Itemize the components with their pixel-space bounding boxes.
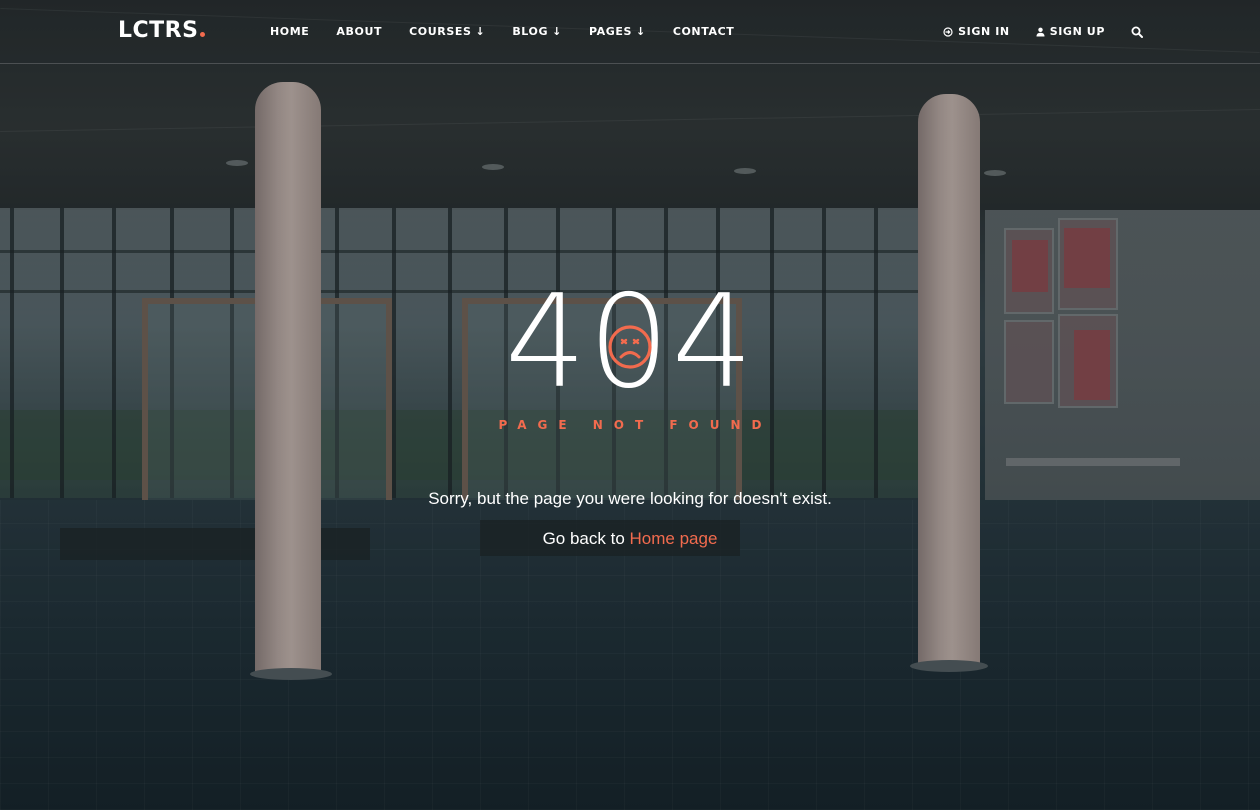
logo-dot: [200, 32, 206, 37]
search-icon: [1131, 26, 1143, 38]
auth-links: SIGN IN SIGN UP: [917, 25, 1143, 38]
main-nav: HOME ABOUT COURSES ↓ BLOG ↓ PAGES ↓ CONTACT: [270, 25, 761, 38]
home-page-link[interactable]: Home page: [630, 529, 718, 548]
nav-label: PAGES: [588, 25, 632, 38]
sign-in-label: SIGN IN: [958, 25, 1010, 38]
sad-face-icon: [608, 325, 652, 369]
nav-pages[interactable]: PAGES ↓: [589, 25, 646, 38]
search-button[interactable]: [1131, 26, 1143, 38]
nav-label: BLOG: [512, 25, 549, 38]
arrow-down-icon: ↓: [475, 25, 486, 38]
logo[interactable]: LCTRS: [118, 18, 206, 43]
nav-contact[interactable]: CONTACT: [673, 25, 735, 38]
nav-blog[interactable]: BLOG ↓: [512, 25, 562, 38]
error-subtitle: PAGE NOT FOUND: [498, 418, 773, 432]
sign-up-label: SIGN UP: [1049, 25, 1105, 38]
arrow-down-icon: ↓: [635, 25, 646, 38]
nav-label: ABOUT: [336, 25, 383, 38]
arrow-down-icon: ↓: [552, 25, 562, 38]
nav-courses[interactable]: COURSES ↓: [409, 25, 485, 38]
error-section: 404 PAGE NOT FOUND Sorry, but the page y…: [0, 0, 1260, 810]
nav-home[interactable]: HOME: [270, 25, 309, 38]
user-icon: [1036, 27, 1045, 36]
error-message: Sorry, but the page you were looking for…: [428, 489, 832, 508]
nav-about[interactable]: ABOUT: [336, 25, 382, 38]
logo-text: LCTRS: [118, 18, 199, 43]
nav-label: COURSES: [409, 25, 472, 38]
sign-up-link[interactable]: SIGN UP: [1036, 25, 1105, 38]
go-back-prefix: Go back to: [542, 529, 625, 548]
sign-in-link[interactable]: SIGN IN: [943, 25, 1010, 38]
nav-label: CONTACT: [672, 25, 735, 38]
go-back-text: Go back to Home page: [0, 529, 1260, 549]
sign-in-icon: [943, 26, 953, 37]
site-header: LCTRS HOME ABOUT COURSES ↓ BLOG ↓ PAGES ↓ C…: [0, 0, 1260, 64]
nav-label: HOME: [270, 25, 310, 38]
